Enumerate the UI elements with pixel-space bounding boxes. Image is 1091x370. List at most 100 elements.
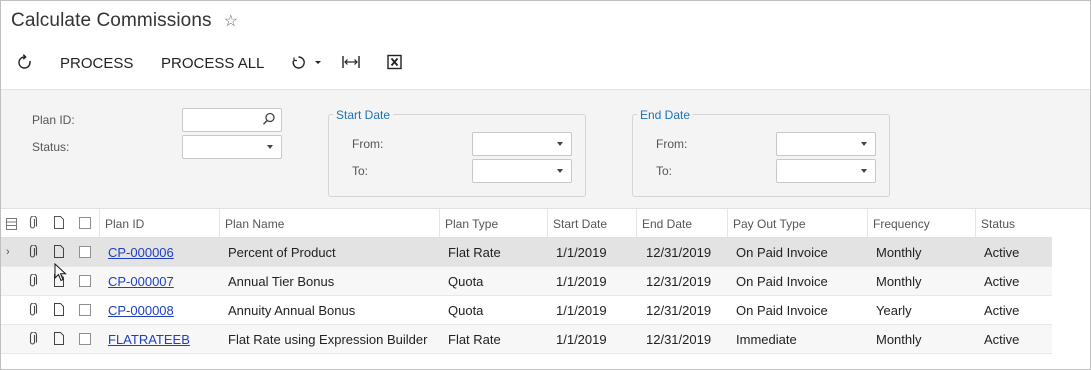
frequency-cell: Monthly [876,245,922,260]
col-header-end-date[interactable]: End Date [642,217,692,231]
frequency-cell: Yearly [876,303,912,318]
col-header-status[interactable]: Status [981,217,1015,231]
column-settings-icon[interactable] [6,217,17,230]
attachment-icon[interactable] [28,302,38,317]
star-outline-icon[interactable]: ☆ [224,11,238,31]
chevron-down-icon [557,142,563,146]
plan-type-cell: Quota [448,303,484,318]
col-header-start-date[interactable]: Start Date [553,217,607,231]
col-header-plan-name[interactable]: Plan Name [225,217,284,231]
table-row[interactable]: FLATRATEEB Flat Rate using Expression Bu… [1,325,1052,354]
process-button[interactable]: PROCESS [60,55,133,72]
column-separator [219,209,220,238]
end-date-from-field[interactable] [776,132,876,156]
note-icon[interactable] [54,332,64,345]
pay-out-type-cell: Immediate [736,332,797,347]
chevron-down-icon [861,142,867,146]
row-checkbox[interactable] [79,246,91,258]
start-date-cell: 1/1/2019 [556,303,607,318]
title-row: Calculate Commissions ☆ [11,10,238,32]
attachment-icon[interactable] [28,273,38,288]
select-all-checkbox[interactable] [79,217,91,229]
frequency-cell: Monthly [876,274,922,289]
status-cell: Active [984,303,1020,318]
column-separator [867,209,868,238]
filter-panel: Plan ID: Status: Start Date From: To: En… [1,89,1090,209]
end-date-title: End Date [637,108,694,122]
start-date-cell: 1/1/2019 [556,332,607,347]
table-row[interactable]: › CP-000006 Percent of Product Flat Rate… [1,238,1052,267]
plan-id-link[interactable]: CP-000006 [108,245,174,260]
plan-name-cell: Flat Rate using Expression Builder [228,332,428,347]
refresh-icon[interactable] [17,54,32,74]
fit-columns-icon[interactable] [342,54,360,74]
plan-id-field[interactable] [182,108,282,132]
status-cell: Active [984,245,1020,260]
plan-id-link[interactable]: CP-000007 [108,274,174,289]
undo-dropdown-icon[interactable] [291,54,325,74]
end-date-cell: 12/31/2019 [646,332,712,347]
mouse-cursor-icon [54,263,67,282]
plan-name-cell: Annuity Annual Bonus [228,303,356,318]
start-date-from-field[interactable] [472,132,572,156]
row-checkbox[interactable] [79,333,91,345]
col-header-frequency[interactable]: Frequency [873,217,930,231]
chevron-down-icon [267,145,273,149]
plan-id-link[interactable]: CP-000008 [108,303,174,318]
plan-id-link[interactable]: FLATRATEEB [108,332,190,347]
col-header-plan-type[interactable]: Plan Type [445,217,498,231]
plan-type-cell: Quota [448,274,484,289]
column-separator [99,209,100,238]
toolbar: PROCESS PROCESS ALL [1,49,1090,79]
row-checkbox[interactable] [79,275,91,287]
chevron-down-icon [861,169,867,173]
note-icon[interactable] [54,303,64,316]
page-title: Calculate Commissions [11,10,212,31]
process-all-button[interactable]: PROCESS ALL [161,55,264,72]
status-cell: Active [984,332,1020,347]
column-separator [547,209,548,238]
start-date-title: Start Date [333,108,394,122]
plan-name-cell: Percent of Product [228,245,336,260]
table-row[interactable]: CP-000008 Annuity Annual Bonus Quota 1/1… [1,296,1052,325]
frequency-cell: Monthly [876,332,922,347]
plan-type-cell: Flat Rate [448,332,501,347]
note-header-icon [54,216,64,229]
pay-out-type-cell: On Paid Invoice [736,274,828,289]
pay-out-type-cell: On Paid Invoice [736,245,828,260]
status-select[interactable] [182,135,282,159]
end-date-cell: 12/31/2019 [646,245,712,260]
column-separator [636,209,637,238]
column-separator [727,209,728,238]
start-to-label: To: [352,164,369,178]
start-from-label: From: [352,137,384,151]
row-checkbox[interactable] [79,304,91,316]
search-icon[interactable] [262,112,276,126]
attachment-icon[interactable] [28,244,38,259]
attachment-icon[interactable] [28,331,38,346]
chevron-down-icon [557,169,563,173]
end-from-label: From: [656,137,688,151]
end-to-label: To: [656,164,673,178]
plan-name-cell: Annual Tier Bonus [228,274,335,289]
col-header-pay-out-type[interactable]: Pay Out Type [733,217,806,231]
end-date-cell: 12/31/2019 [646,303,712,318]
status-cell: Active [984,274,1020,289]
col-header-plan-id[interactable]: Plan ID [105,217,144,231]
table-row[interactable]: CP-000007 Annual Tier Bonus Quota 1/1/20… [1,267,1052,296]
start-date-to-field[interactable] [472,159,572,183]
plan-type-cell: Flat Rate [448,245,501,260]
excel-export-icon[interactable] [387,54,402,74]
start-date-cell: 1/1/2019 [556,274,607,289]
status-label: Status: [32,140,70,154]
chevron-right-icon: › [6,246,10,258]
column-separator [439,209,440,238]
end-date-cell: 12/31/2019 [646,274,712,289]
note-icon[interactable] [54,245,64,258]
end-date-to-field[interactable] [776,159,876,183]
pay-out-type-cell: On Paid Invoice [736,303,828,318]
attachment-header-icon [28,215,38,230]
column-separator [975,209,976,238]
start-date-cell: 1/1/2019 [556,245,607,260]
plan-id-label: Plan ID: [32,113,75,127]
